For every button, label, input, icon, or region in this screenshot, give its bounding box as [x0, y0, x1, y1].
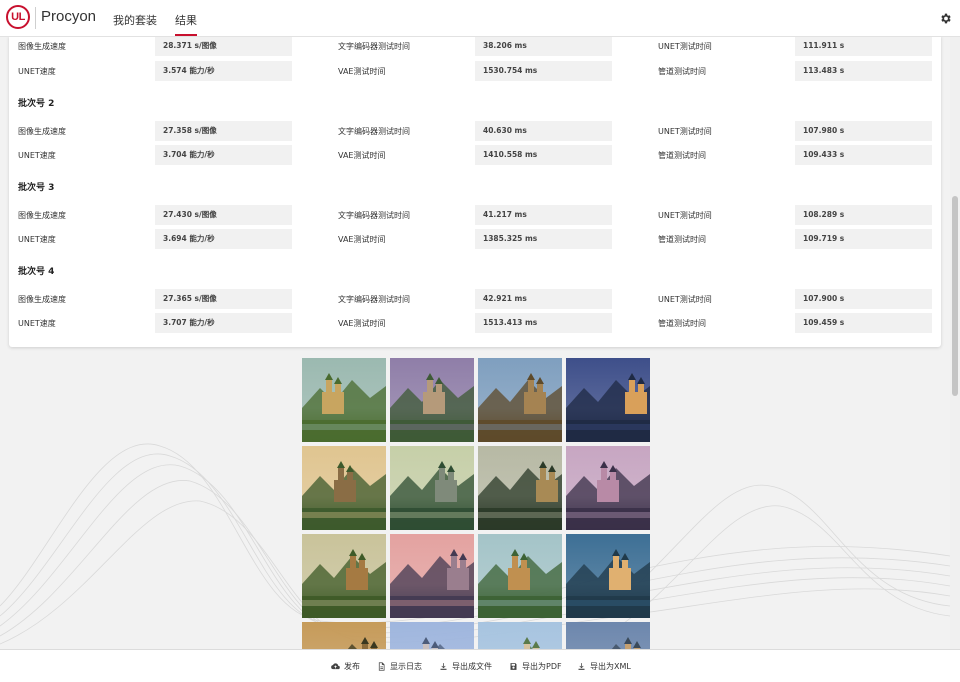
generated-castle-image[interactable] — [566, 534, 650, 618]
generated-castle-image[interactable] — [302, 446, 386, 530]
app-header: UL Procyon 我的套装 结果 — [0, 0, 960, 37]
batch-title: 批次号 3 — [18, 183, 55, 193]
batch-title: 批次号 2 — [18, 99, 55, 109]
background-wave-decoration — [0, 443, 950, 645]
metric-label: VAE测试时间 — [338, 235, 386, 244]
generated-castle-image[interactable] — [478, 622, 562, 649]
metric-label: VAE测试时间 — [338, 67, 386, 76]
download-icon — [578, 663, 585, 670]
metric-label: UNET测试时间 — [658, 295, 712, 304]
show-log-button[interactable]: 显示日志 — [377, 661, 422, 672]
batch-title: 批次号 4 — [18, 267, 55, 277]
metric-label: 图像生成速度 — [18, 211, 66, 220]
metric-row: 图像生成速度 27.430 s/图像 文字编码器测试时间 41.217 ms UNET测… — [9, 205, 941, 225]
app-name: Procyon — [41, 8, 97, 25]
metric-value: 3.574 能力/秒 — [155, 61, 292, 81]
publish-button[interactable]: 发布 — [331, 661, 360, 672]
generated-castle-image[interactable] — [302, 534, 386, 618]
results-card: 图像生成速度 28.371 s/图像 文字编码器测试时间 38.206 ms UNET测… — [9, 36, 941, 347]
nav-results[interactable]: 结果 — [175, 12, 197, 36]
metric-value: 1385.325 ms — [475, 229, 612, 249]
generated-castle-image[interactable] — [390, 534, 474, 618]
generated-castle-image[interactable] — [478, 446, 562, 530]
metric-value: 1530.754 ms — [475, 61, 612, 81]
metric-value: 109.719 s — [795, 229, 932, 249]
metric-row: UNET速度 3.704 能力/秒 VAE测试时间 1410.558 ms 管道测试时间… — [9, 145, 941, 165]
footer-toolbar: 发布 显示日志 导出成文件 导出为PDF 导出为XML — [0, 649, 960, 682]
metric-label: UNET测试时间 — [658, 127, 712, 136]
metric-row: UNET速度 3.694 能力/秒 VAE测试时间 1385.325 ms 管道测试时间… — [9, 229, 941, 249]
metric-row: UNET速度 3.574 能力/秒 VAE测试时间 1530.754 ms 管道测试时间… — [9, 61, 941, 81]
metric-value: 107.900 s — [795, 289, 932, 309]
metric-label: VAE测试时间 — [338, 319, 386, 328]
metric-row: 图像生成速度 28.371 s/图像 文字编码器测试时间 38.206 ms UNET测… — [9, 36, 941, 56]
metric-value: 109.459 s — [795, 313, 932, 333]
metric-label: UNET速度 — [18, 151, 56, 160]
document-icon — [378, 662, 385, 671]
metric-row: UNET速度 3.707 能力/秒 VAE测试时间 1513.413 ms 管道测试时间… — [9, 313, 941, 333]
nav-my-suites[interactable]: 我的套装 — [113, 12, 157, 36]
metric-label: 图像生成速度 — [18, 42, 66, 51]
metric-value: 3.694 能力/秒 — [155, 229, 292, 249]
generated-castle-image[interactable] — [302, 358, 386, 442]
metric-value: 27.365 s/图像 — [155, 289, 292, 309]
generated-castle-image[interactable] — [478, 534, 562, 618]
metric-value: 108.289 s — [795, 205, 932, 225]
metric-label: UNET测试时间 — [658, 211, 712, 220]
generated-castle-image[interactable] — [478, 358, 562, 442]
metric-label: 文字编码器测试时间 — [338, 127, 410, 136]
metric-value: 28.371 s/图像 — [155, 36, 292, 56]
metric-value: 38.206 ms — [475, 36, 612, 56]
generated-castle-image[interactable] — [390, 446, 474, 530]
download-icon — [440, 663, 447, 670]
metric-label: 图像生成速度 — [18, 295, 66, 304]
metric-value: 27.430 s/图像 — [155, 205, 292, 225]
generated-castle-image[interactable] — [302, 622, 386, 649]
metric-label: 文字编码器测试时间 — [338, 42, 410, 51]
metric-label: 管道测试时间 — [658, 67, 706, 76]
metric-value: 27.358 s/图像 — [155, 121, 292, 141]
generated-castle-image[interactable] — [390, 358, 474, 442]
metric-label: 管道测试时间 — [658, 151, 706, 160]
generated-castle-image[interactable] — [566, 358, 650, 442]
export-xml-button[interactable]: 导出为XML — [577, 661, 631, 672]
metric-value: 1513.413 ms — [475, 313, 612, 333]
logo-divider — [35, 7, 36, 29]
metric-value: 107.980 s — [795, 121, 932, 141]
metric-label: VAE测试时间 — [338, 151, 386, 160]
generated-castle-image[interactable] — [566, 622, 650, 649]
save-icon — [510, 663, 517, 670]
metric-label: 管道测试时间 — [658, 235, 706, 244]
cloud-upload-icon — [331, 663, 340, 670]
metric-value: 3.704 能力/秒 — [155, 145, 292, 165]
gear-icon[interactable] — [939, 12, 952, 25]
export-file-button[interactable]: 导出成文件 — [439, 661, 492, 672]
generated-castle-image[interactable] — [566, 446, 650, 530]
metric-value: 41.217 ms — [475, 205, 612, 225]
metric-row: 图像生成速度 27.365 s/图像 文字编码器测试时间 42.921 ms UNET测… — [9, 289, 941, 309]
metric-label: UNET测试时间 — [658, 42, 712, 51]
metric-value: 42.921 ms — [475, 289, 612, 309]
metric-value: 40.630 ms — [475, 121, 612, 141]
metric-label: UNET速度 — [18, 319, 56, 328]
metric-label: 文字编码器测试时间 — [338, 211, 410, 220]
metric-label: 图像生成速度 — [18, 127, 66, 136]
generated-castle-image[interactable] — [390, 622, 474, 649]
metric-label: 文字编码器测试时间 — [338, 295, 410, 304]
export-pdf-button[interactable]: 导出为PDF — [509, 661, 562, 672]
metric-row: 图像生成速度 27.358 s/图像 文字编码器测试时间 40.630 ms UNET测… — [9, 121, 941, 141]
metric-label: 管道测试时间 — [658, 319, 706, 328]
metric-label: UNET速度 — [18, 67, 56, 76]
metric-value: 111.911 s — [795, 36, 932, 56]
ul-logo-icon: UL — [6, 5, 30, 29]
metric-value: 113.483 s — [795, 61, 932, 81]
metric-value: 1410.558 ms — [475, 145, 612, 165]
metric-value: 109.433 s — [795, 145, 932, 165]
metric-value: 3.707 能力/秒 — [155, 313, 292, 333]
metric-label: UNET速度 — [18, 235, 56, 244]
results-scroll-area[interactable]: 图像生成速度 28.371 s/图像 文字编码器测试时间 38.206 ms UNET测… — [0, 36, 950, 649]
scrollbar-thumb[interactable] — [952, 196, 958, 396]
